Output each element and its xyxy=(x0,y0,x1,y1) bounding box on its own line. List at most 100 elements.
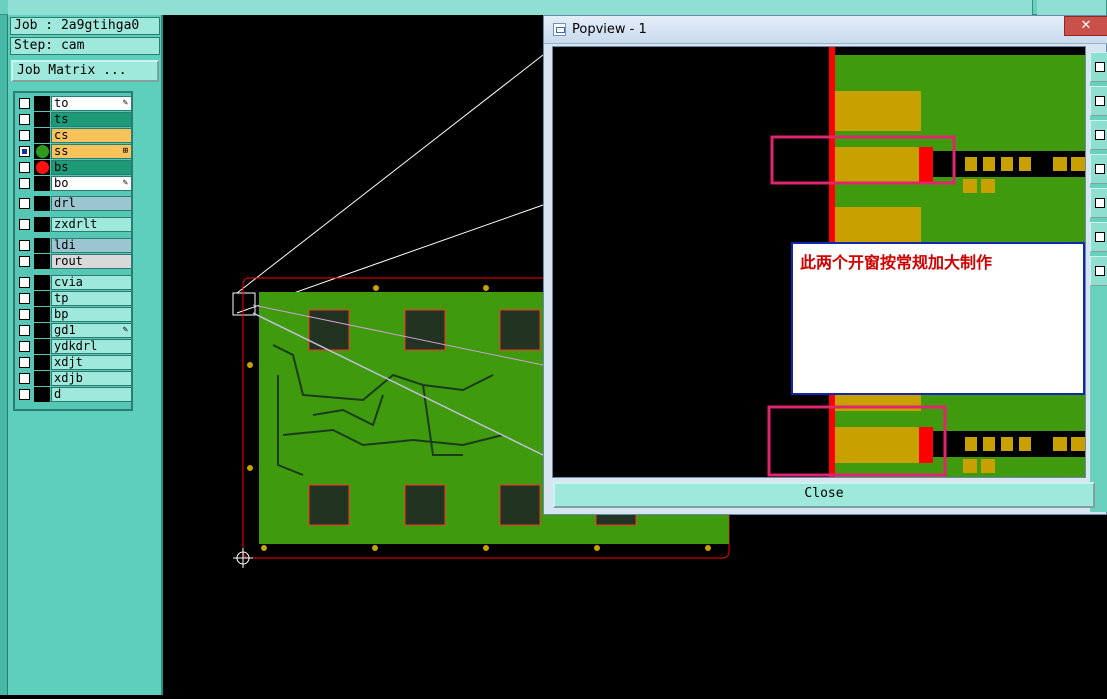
layer-row-d[interactable]: d xyxy=(17,387,132,402)
layer-name[interactable]: d xyxy=(51,387,132,402)
layer-checkbox[interactable] xyxy=(19,357,30,368)
layer-checkbox[interactable] xyxy=(19,198,30,209)
layer-checkbox[interactable] xyxy=(19,389,30,400)
layer-checkbox[interactable] xyxy=(19,277,30,288)
layer-row-cs[interactable]: cs xyxy=(17,128,132,143)
layer-checkbox[interactable] xyxy=(19,162,30,173)
layer-row-bp[interactable]: bp xyxy=(17,307,132,322)
layer-checkbox[interactable] xyxy=(19,373,30,384)
layer-name[interactable]: bs xyxy=(51,160,132,175)
layer-name[interactable]: to ✎ xyxy=(51,96,132,111)
layer-name[interactable]: ss ⊞ xyxy=(51,144,132,159)
layer-flag-icon: ✎ xyxy=(122,178,128,188)
layer-status-marker[interactable] xyxy=(34,291,50,306)
layer-name[interactable]: xdjt xyxy=(51,355,132,370)
layer-status-marker[interactable] xyxy=(34,323,50,338)
layer-status-marker[interactable] xyxy=(34,160,50,175)
layer-name[interactable]: bo ✎ xyxy=(51,176,132,191)
layer-status-marker[interactable] xyxy=(34,371,50,386)
layer-checkbox[interactable] xyxy=(19,130,30,141)
layer-flag-icon: ✎ xyxy=(122,98,128,108)
redraw-button[interactable] xyxy=(1090,256,1107,286)
popview-titlebar[interactable]: Popview - 1 ✕ xyxy=(544,16,1107,44)
layer-name[interactable]: cs xyxy=(51,128,132,143)
layer-row-bs[interactable]: bs xyxy=(17,160,132,175)
layer-status-marker[interactable] xyxy=(34,355,50,370)
layer-checkbox[interactable] xyxy=(19,341,30,352)
layer-name[interactable]: gd1 ✎ xyxy=(51,323,132,338)
layer-row-tp[interactable]: tp xyxy=(17,291,132,306)
top-toolbar-strip xyxy=(0,0,1107,15)
layer-name[interactable]: ts xyxy=(51,112,132,127)
layer-name[interactable]: drl xyxy=(51,196,132,211)
zoom-out-icon xyxy=(1095,130,1105,140)
layer-status-marker[interactable] xyxy=(34,339,50,354)
layer-row-ss[interactable]: ss ⊞ xyxy=(17,144,132,159)
layer-name[interactable]: tp xyxy=(51,291,132,306)
layer-checkbox[interactable] xyxy=(19,178,30,189)
layer-row-drl[interactable]: drl xyxy=(17,196,132,211)
layer-checkbox[interactable] xyxy=(19,293,30,304)
step-label: Step: cam xyxy=(10,37,160,55)
layer-row-zxdrlt[interactable]: zxdrlt xyxy=(17,217,132,232)
layer-status-marker[interactable] xyxy=(34,238,50,253)
layer-status-marker[interactable] xyxy=(34,128,50,143)
layer-row-bo[interactable]: bo ✎ xyxy=(17,176,132,191)
layer-status-marker[interactable] xyxy=(34,387,50,402)
layer-checkbox[interactable] xyxy=(19,240,30,251)
zoom-area-button[interactable] xyxy=(1090,188,1107,218)
layer-row-ts[interactable]: ts xyxy=(17,112,132,127)
layer-row-xdjt[interactable]: xdjt xyxy=(17,355,132,370)
redraw-icon xyxy=(1095,266,1105,276)
layer-status-marker[interactable] xyxy=(34,196,50,211)
layer-row-xdjb[interactable]: xdjb xyxy=(17,371,132,386)
pan-button[interactable] xyxy=(1090,154,1107,184)
layer-status-marker[interactable] xyxy=(34,275,50,290)
layer-status-marker[interactable] xyxy=(34,176,50,191)
layer-row-ldi[interactable]: ldi xyxy=(17,238,132,253)
pan-icon xyxy=(1095,164,1105,174)
popview-toolbar xyxy=(1090,52,1107,512)
layer-status-marker[interactable] xyxy=(34,96,50,111)
layer-name[interactable]: ldi xyxy=(51,238,132,253)
layer-name[interactable]: cvia xyxy=(51,275,132,290)
layer-checkbox[interactable] xyxy=(19,98,30,109)
layer-status-marker[interactable] xyxy=(34,254,50,269)
layer-name[interactable]: rout xyxy=(51,254,132,269)
close-button[interactable]: Close xyxy=(553,482,1095,508)
layer-checkbox[interactable] xyxy=(19,146,30,157)
layer-name[interactable]: ydkdrl xyxy=(51,339,132,354)
layer-row-ydkdrl[interactable]: ydkdrl xyxy=(17,339,132,354)
zoom-home-button[interactable] xyxy=(1090,222,1107,252)
layer-name[interactable]: xdjb xyxy=(51,371,132,386)
layer-row-gd1[interactable]: gd1 ✎ xyxy=(17,323,132,338)
popview-window: Popview - 1 ✕ 此两个开窗按常规加大制作 Close xyxy=(543,15,1107,515)
layer-row-cvia[interactable]: cvia xyxy=(17,275,132,290)
layer-name[interactable]: bp xyxy=(51,307,132,322)
job-matrix-button[interactable]: Job Matrix ... xyxy=(11,60,159,82)
layer-name[interactable]: zxdrlt xyxy=(51,217,132,232)
layer-checkbox[interactable] xyxy=(19,309,30,320)
layer-row-rout[interactable]: rout xyxy=(17,254,132,269)
layer-status-marker[interactable] xyxy=(34,144,50,159)
datum-icon xyxy=(233,548,253,568)
zoom-out-button[interactable] xyxy=(1090,120,1107,150)
window-close-button[interactable]: ✕ xyxy=(1064,16,1107,36)
zoom-area-icon xyxy=(1095,198,1105,208)
zoom-in-icon xyxy=(1095,96,1105,106)
layer-status-marker[interactable] xyxy=(34,307,50,322)
top-toolbar-segment xyxy=(8,0,1033,15)
layer-checkbox[interactable] xyxy=(19,219,30,230)
layer-status-marker[interactable] xyxy=(34,217,50,232)
popview-zoom-view[interactable]: 此两个开窗按常规加大制作 xyxy=(552,46,1086,478)
zoom-area-marker xyxy=(232,292,256,316)
zoom-in-button[interactable] xyxy=(1090,86,1107,116)
layer-checkbox[interactable] xyxy=(19,325,30,336)
layer-status-marker[interactable] xyxy=(34,112,50,127)
layer-active-dot-icon xyxy=(36,161,49,174)
zoom-fit-icon xyxy=(1095,62,1105,72)
zoom-fit-button[interactable] xyxy=(1090,52,1107,82)
layer-checkbox[interactable] xyxy=(19,256,30,267)
layer-row-to[interactable]: to ✎ xyxy=(17,96,132,111)
layer-checkbox[interactable] xyxy=(19,114,30,125)
